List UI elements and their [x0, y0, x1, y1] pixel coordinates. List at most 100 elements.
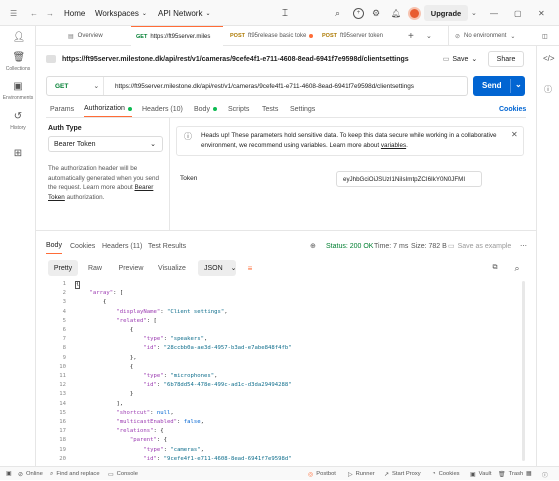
tab-body[interactable]: Body	[194, 101, 217, 117]
environment-select[interactable]: ⊘ No environment ⌄	[448, 26, 540, 46]
maximize-icon[interactable]: ▢	[514, 0, 522, 26]
search-icon: ⌕	[50, 470, 54, 477]
chevron-down-icon: ⌄	[205, 10, 211, 17]
tab-settings[interactable]: Settings	[290, 101, 315, 117]
copy-icon[interactable]: ⧉	[488, 260, 502, 276]
close-icon[interactable]: ✕	[538, 0, 545, 26]
forward-icon[interactable]: →	[46, 0, 54, 26]
save-example-button[interactable]: ▭ Save as example	[448, 238, 511, 254]
token-input[interactable]: eyJhbGciOiJSUzI1NiIsImtpZCI6IkY0N0JFMI	[336, 171, 482, 187]
search-icon[interactable]: ⌕	[335, 0, 340, 26]
trash-button[interactable]: 🗑︎ Trash	[498, 467, 523, 481]
proxy-label: Start Proxy	[392, 471, 421, 477]
line-number: 2	[62, 290, 66, 297]
info-icon[interactable]: ⓘ	[544, 84, 552, 95]
tab-label: ft95release basic toke	[247, 33, 307, 39]
avatar[interactable]	[408, 0, 421, 26]
method-select[interactable]: GET ⌄	[55, 77, 99, 95]
online-status[interactable]: ⊘ Online	[18, 467, 43, 481]
tab-raw[interactable]: Raw	[80, 260, 110, 276]
status-code[interactable]: Status: 200 OK	[326, 238, 373, 254]
response-size[interactable]: Size: 782 B	[411, 238, 447, 254]
tab-pretty[interactable]: Pretty	[48, 260, 78, 276]
request-title-row: https://ft95server.milestone.dk/api/rest…	[46, 51, 409, 67]
upgrade-button[interactable]: Upgrade	[424, 5, 468, 21]
tab-tests[interactable]: Tests	[262, 101, 278, 117]
help-icon[interactable]: ⓘ	[542, 467, 548, 481]
response-time[interactable]: Time: 7 ms	[374, 238, 408, 254]
settings-icon[interactable]: ⚙	[372, 0, 380, 26]
send-chevron-icon[interactable]: ⌄	[515, 80, 522, 89]
search-icon[interactable]: ⌕	[510, 260, 524, 276]
code-snippet-icon[interactable]: </>	[543, 54, 555, 63]
save-button[interactable]: ▭ Save ⌄	[443, 51, 477, 67]
console-button[interactable]: ▭ Console	[108, 467, 138, 481]
code-line: "id": "9cefe4f1-e711-4608-8ead-6941f7e95…	[143, 455, 292, 462]
url-input[interactable]: https://ft95server.milestone.dk/api/rest…	[115, 77, 414, 95]
sidebar-item-environments[interactable]: ▣ Environments	[0, 81, 36, 101]
tab-authorization[interactable]: Authorization	[84, 101, 132, 117]
line-number: 5	[62, 317, 66, 324]
tab-visualize[interactable]: Visualize	[152, 260, 192, 276]
close-icon[interactable]: ✕	[511, 130, 518, 139]
postbot-button[interactable]: ◎ Postbot	[308, 467, 336, 481]
tab-headers[interactable]: Headers (10)	[142, 101, 183, 117]
send-button[interactable]: Send ⌄	[473, 76, 525, 96]
new-tab-icon[interactable]: +	[408, 26, 422, 46]
line-number: 12	[59, 382, 66, 389]
tab-response-cookies[interactable]: Cookies	[70, 238, 95, 254]
tab-get-clientsettings[interactable]: GET https://ft95server.miles	[131, 26, 223, 46]
tab-overview[interactable]: ▤ Overview	[44, 26, 128, 46]
variables-link[interactable]: variables	[381, 142, 406, 149]
tabs-chevron-icon[interactable]: ⌄	[426, 26, 438, 46]
tab-post-server-token[interactable]: POST ft95server token	[318, 26, 404, 46]
menu-icon[interactable]: ☰	[10, 0, 17, 26]
invite-icon[interactable]: +	[353, 0, 364, 26]
sidebar-item-apps[interactable]: ⊞	[0, 148, 36, 162]
sidebar-item-history[interactable]: ↺ History	[0, 111, 36, 131]
request-subtabs: Params Authorization Headers (10) Body S…	[46, 101, 526, 117]
scrollbar[interactable]	[522, 281, 525, 461]
sidebar-toggle-icon[interactable]: ▣	[6, 467, 11, 481]
format-select[interactable]: JSON ⌄	[198, 260, 237, 276]
vault-icon: ▣	[470, 471, 476, 478]
tab-post-basic-token[interactable]: POST ft95release basic toke	[226, 26, 316, 46]
tab-test-results[interactable]: Test Results	[148, 238, 186, 254]
tab-preview[interactable]: Preview	[114, 260, 148, 276]
layout-icon[interactable]: ▦	[526, 467, 531, 481]
find-replace-button[interactable]: ⌕ Find and replace	[50, 467, 100, 481]
find-label: Find and replace	[56, 471, 100, 477]
proxy-icon: ↗	[384, 471, 390, 478]
share-button[interactable]: Share	[488, 51, 524, 67]
request-title[interactable]: https://ft95server.milestone.dk/api/rest…	[62, 56, 409, 63]
notifications-icon[interactable]: 🔔︎	[391, 0, 401, 26]
tab-response-body[interactable]: Body	[46, 238, 62, 254]
tab-params[interactable]: Params	[50, 101, 74, 117]
vault-button[interactable]: ▣ Vault	[470, 467, 491, 481]
api-network-menu[interactable]: API Network ⌄	[158, 0, 211, 26]
back-icon[interactable]: ←	[30, 0, 38, 26]
sidebar-item-collections[interactable]: 🗑︎ Collections	[0, 52, 36, 72]
runner-button[interactable]: ▷ Runner	[348, 467, 375, 481]
wrap-icon[interactable]: ≡	[242, 260, 258, 276]
sidebar-item-user[interactable]: 👤︎	[0, 32, 36, 46]
start-proxy-button[interactable]: ↗ Start Proxy	[384, 467, 421, 481]
line-number: 9	[62, 354, 66, 361]
upgrade-chevron-icon[interactable]: ⌄	[471, 0, 477, 26]
home-link[interactable]: Home	[64, 0, 85, 26]
cookies-link[interactable]: Cookies	[499, 101, 526, 117]
auth-type-select[interactable]: Bearer Token ⌄	[48, 136, 163, 152]
tab-scripts[interactable]: Scripts	[228, 101, 249, 117]
alert-period: .	[406, 141, 408, 149]
sidebar-item-label: Environments	[2, 95, 34, 101]
tab-response-headers[interactable]: Headers (11)	[102, 238, 142, 254]
more-icon[interactable]: ⋯	[520, 238, 527, 254]
workspaces-menu[interactable]: Workspaces ⌄	[95, 0, 147, 26]
environment-quicklook-icon[interactable]: ◫	[542, 26, 556, 46]
network-icon[interactable]: ⊕	[310, 238, 316, 254]
minimize-icon[interactable]: —	[490, 0, 498, 26]
chevron-down-icon: ⌄	[150, 141, 156, 148]
cookies-button[interactable]: ◔ Cookies	[432, 467, 460, 481]
runner-label: Runner	[355, 471, 375, 477]
response-code-viewer[interactable]: 1 {2 "array": [3 {4 "displayName": "Clien…	[46, 279, 526, 466]
